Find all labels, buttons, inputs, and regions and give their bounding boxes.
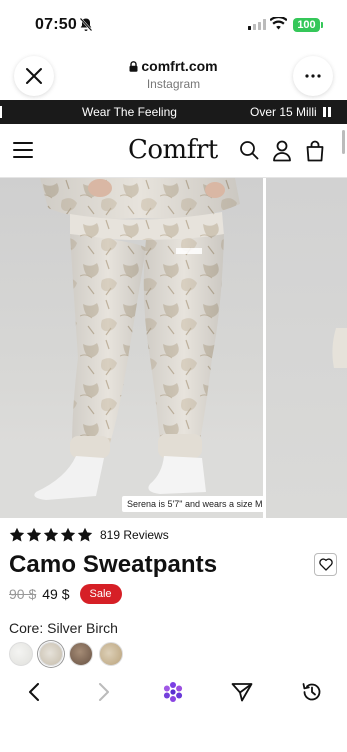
site-logo[interactable]: Comfrt [128,135,218,165]
star-icon [9,527,25,542]
wishlist-button[interactable] [314,553,337,576]
app-button[interactable] [161,680,185,704]
swatch-2[interactable] [39,642,63,666]
site-header: Comfrt [0,124,347,178]
back-button[interactable] [22,680,46,704]
close-icon [26,68,42,84]
lock-icon [129,60,138,72]
review-count[interactable]: 819 Reviews [100,528,169,542]
variant-label: Core: Silver Birch [9,620,118,636]
more-button[interactable] [293,56,333,96]
star-icon [77,527,93,542]
url-text: comfrt.com [141,58,218,74]
scrollbar[interactable] [342,130,345,154]
star-icon [43,527,59,542]
share-icon [231,683,253,702]
forward-icon [99,683,109,701]
swatch-1[interactable] [9,642,33,666]
battery-indicator: 100 [293,18,320,32]
browser-toolbar [0,672,347,712]
swatch-3[interactable] [69,642,93,666]
more-icon [305,74,321,78]
sale-badge: Sale [79,584,122,604]
sale-price: 49 $ [42,586,70,602]
announcement-bar: Wear The Feeling Over 15 Millio [0,100,347,124]
status-time: 07:50 [35,16,77,33]
battery-tip [321,22,323,28]
wifi-icon [270,17,287,30]
rating-row[interactable]: 819 Reviews [9,527,169,543]
heart-icon [318,558,333,571]
close-button[interactable] [14,56,54,96]
model-figure [0,178,263,518]
url-subtitle: Instagram [146,77,201,91]
history-icon [302,683,321,701]
original-price: 90 $ [9,586,37,602]
color-swatches [9,642,123,666]
status-bar: 07:50 100 [0,0,347,48]
size-caption: Serena is 5'7" and wears a size M [122,496,263,512]
search-icon[interactable] [239,140,259,160]
model-figure [332,328,347,368]
signal-icon [248,19,266,30]
share-button[interactable] [230,680,254,704]
browser-chrome: comfrt.com Instagram [0,48,347,100]
cart-icon[interactable] [305,140,325,162]
bell-muted-icon [79,17,93,32]
star-icon [26,527,42,542]
star-icon [60,527,76,542]
product-photo-next[interactable] [266,178,347,518]
pause-icon[interactable] [323,107,333,117]
menu-icon[interactable] [13,142,33,158]
product-gallery[interactable]: Serena is 5'7" and wears a size M [0,178,347,518]
announcement-text: Over 15 Millio [250,105,316,119]
announcement-text: Wear The Feeling [82,105,177,119]
account-icon[interactable] [272,140,292,162]
app-icon [163,682,183,702]
price-row: 90 $ 49 $ Sale [9,584,122,604]
product-photo[interactable]: Serena is 5'7" and wears a size M [0,178,263,518]
url-display[interactable]: comfrt.com Instagram [100,58,247,91]
swatch-4[interactable] [99,642,123,666]
forward-button[interactable] [92,680,116,704]
history-button[interactable] [300,680,324,704]
marquee-edge [0,106,2,118]
back-icon [29,683,39,701]
product-title: Camo Sweatpants [9,551,218,578]
